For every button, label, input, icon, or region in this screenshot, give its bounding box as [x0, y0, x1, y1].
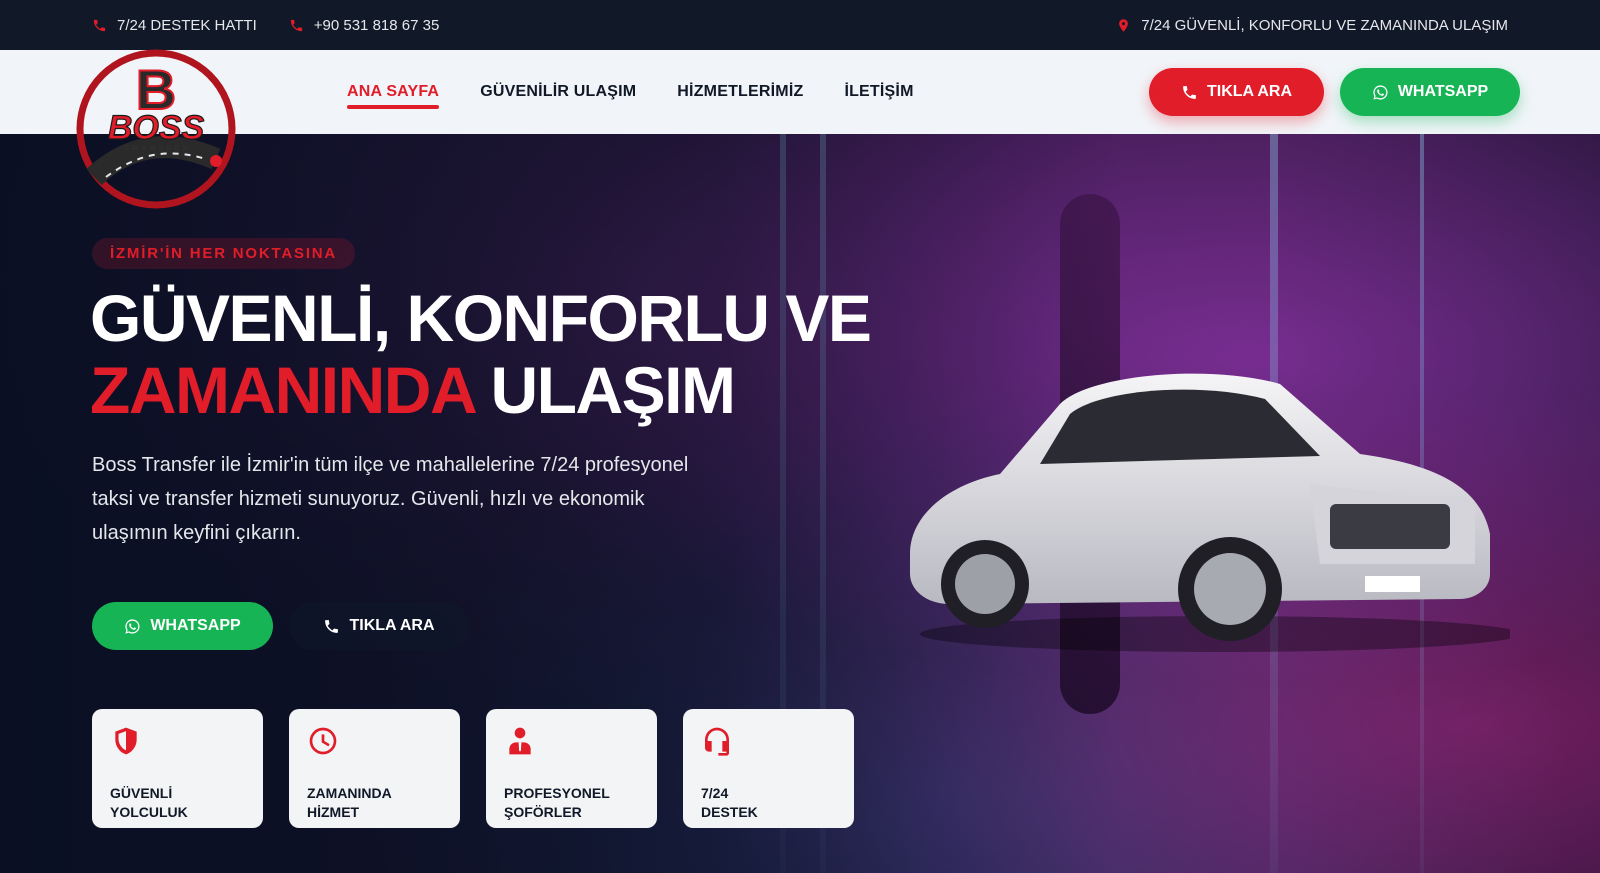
hero-title: GÜVENLİ, KONFORLU VE ZAMANINDA ULAŞIM [90, 281, 872, 427]
feature-cards: GÜVENLİ YOLCULUK ZAMANINDA HİZMET PROFESYO… [92, 709, 854, 828]
phone-icon [1183, 85, 1196, 99]
feature-card-safe: GÜVENLİ YOLCULUK [92, 709, 263, 828]
nav-item-contact[interactable]: İLETİŞİM [844, 75, 913, 109]
nav-item-home[interactable]: ANA SAYFA [347, 75, 440, 109]
headset-icon [705, 727, 729, 756]
phone-icon [93, 19, 106, 31]
feature-line1: GÜVENLİ [110, 785, 173, 801]
whatsapp-icon [125, 618, 140, 634]
hero-whatsapp-button[interactable]: WHATSAPP [92, 602, 273, 650]
hero-description: Boss Transfer ile İzmir'in tüm ilçe ve m… [92, 454, 689, 544]
logo-text: BOSS [108, 109, 205, 147]
feature-line2: YOLCULUK [110, 804, 188, 820]
feature-line2: HİZMET [307, 804, 360, 820]
feature-line2: ŞOFÖRLER [504, 804, 582, 820]
hero-whatsapp-label: WHATSAPP [150, 617, 241, 634]
hero-title-line1: GÜVENLİ, KONFORLU VE [90, 281, 872, 355]
nav-item-services[interactable]: HİZMETLERİMİZ [677, 75, 803, 109]
feature-line1: ZAMANINDA [307, 785, 392, 801]
driver-icon [509, 727, 531, 755]
feature-line1: 7/24 [701, 785, 729, 801]
hero-section: İZMİR'İN HER NOKTASINA GÜVENLİ, KONFORLU… [0, 134, 1600, 873]
header-call-button[interactable]: TIKLA ARA [1149, 68, 1324, 116]
main-nav: ANA SAYFA GÜVENİLİR ULAŞIM HİZMETLERİMİZ… [347, 50, 914, 134]
hero-title-highlight: ZAMANINDA [90, 353, 475, 427]
phone-icon [325, 619, 339, 633]
tagline: 7/24 GÜVENLİ, KONFORLU VE ZAMANINDA ULAŞ… [1116, 17, 1508, 34]
phone-number: +90 531 818 67 35 [313, 16, 440, 34]
feature-line2: DESTEK [701, 804, 758, 820]
phone-link[interactable]: +90 531 818 67 35 [289, 16, 440, 34]
location-pin-icon [1119, 18, 1129, 32]
support-label: 7/24 DESTEK HATTI [117, 16, 257, 34]
tagline-text: 7/24 GÜVENLİ, KONFORLU VE ZAMANINDA ULAŞ… [1141, 16, 1508, 34]
support-line[interactable]: 7/24 DESTEK HATTI [92, 17, 257, 34]
feature-card-drivers: PROFESYONEL ŞOFÖRLER [486, 709, 657, 828]
header-whatsapp-label: WHATSAPP [1397, 83, 1489, 100]
nav-item-reliable-transport[interactable]: GÜVENİLİR ULAŞIM [480, 75, 636, 109]
feature-card-support: 7/24 DESTEK [683, 709, 854, 828]
boss-transfer-logo[interactable]: B BOSS TRANSFER [66, 47, 246, 211]
logo-sub: TRANSFER [124, 144, 191, 153]
whatsapp-icon [1373, 84, 1388, 100]
phone-icon [290, 19, 302, 31]
hero-call-label: TIKLA ARA [349, 617, 435, 634]
top-bar: 7/24 DESTEK HATTI +90 531 818 67 35 7/24… [0, 0, 1600, 50]
shield-icon [115, 727, 137, 755]
hero-call-button[interactable]: TIKLA ARA [289, 602, 469, 650]
header-whatsapp-button[interactable]: WHATSAPP [1340, 68, 1520, 116]
hero-badge: İZMİR'İN HER NOKTASINA [92, 238, 356, 269]
car-image [910, 373, 1510, 652]
feature-line1: PROFESYONEL [504, 785, 610, 801]
feature-card-ontime: ZAMANINDA HİZMET [289, 709, 460, 828]
clock-icon [309, 727, 337, 755]
header-call-label: TIKLA ARA [1206, 83, 1293, 100]
hero-title-rest: ULAŞIM [473, 353, 736, 427]
